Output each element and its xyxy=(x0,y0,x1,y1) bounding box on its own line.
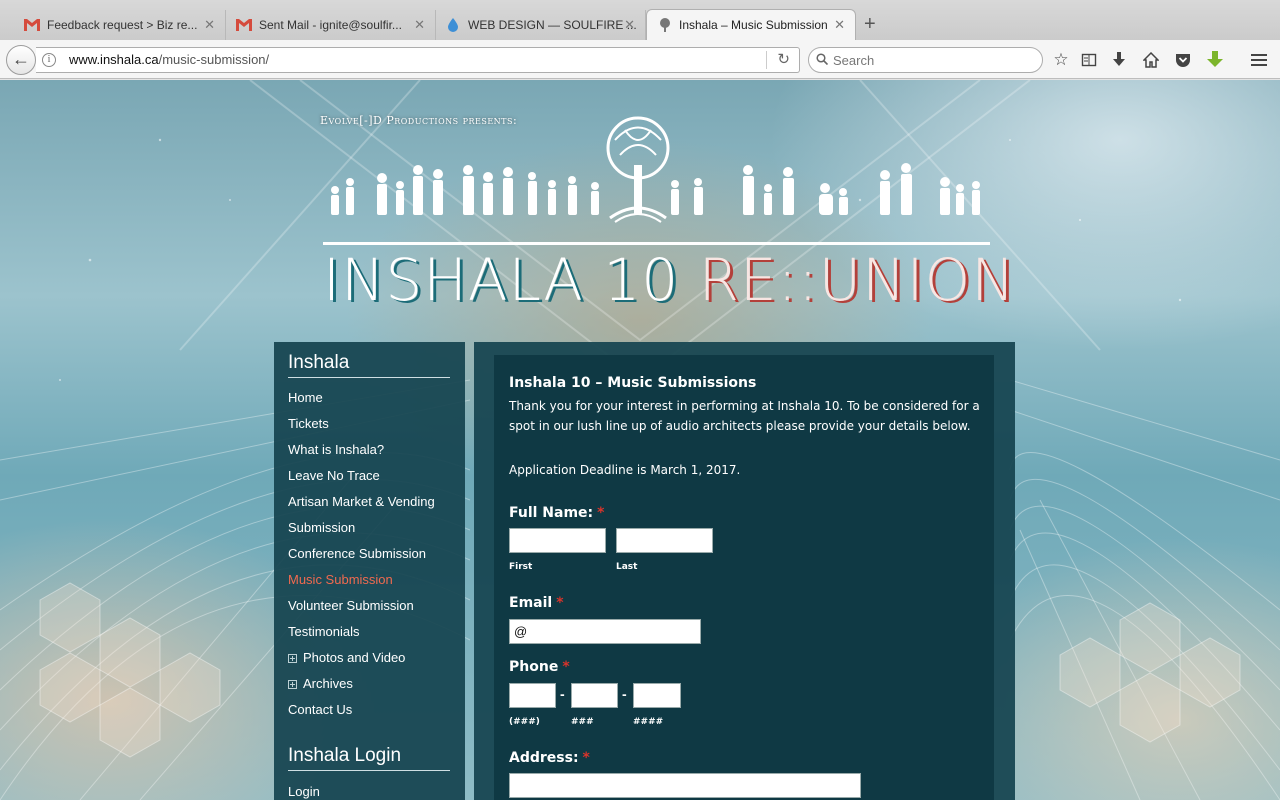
webpage: Evolve[-]D Productions presents: INSHALA… xyxy=(0,80,1280,800)
bookmark-star-icon[interactable]: ☆ xyxy=(1050,49,1072,71)
phone-line-sublabel: #### xyxy=(633,717,664,727)
intro-line-2: spot in our lush line up of audio archit… xyxy=(509,419,971,433)
download-arrow-green-icon[interactable] xyxy=(1204,49,1226,71)
full-name-label-text: Full Name: xyxy=(509,505,594,521)
sidebar-item-conference-submission[interactable]: Conference Submission xyxy=(288,546,426,561)
sidebar-item-contact-us[interactable]: Contact Us xyxy=(288,702,352,717)
sidebar-title: Inshala xyxy=(288,352,450,378)
close-icon[interactable]: ✕ xyxy=(624,10,635,40)
water-drop-icon xyxy=(448,18,458,32)
search-input[interactable] xyxy=(833,51,1033,69)
full-name-label: Full Name: * xyxy=(509,505,604,521)
sidebar: Inshala Home Tickets What is Inshala? Le… xyxy=(274,342,465,800)
url-path: /music-submission/ xyxy=(158,52,270,67)
sidebar-item-leave-no-trace[interactable]: Leave No Trace xyxy=(288,468,380,483)
browser-tab-feedback[interactable]: Feedback request > Biz re... ✕ xyxy=(0,10,226,40)
gmail-icon xyxy=(24,19,40,31)
sidebar-item-submission[interactable]: Submission xyxy=(288,520,355,535)
browser-tab-sent-mail[interactable]: Sent Mail - ignite@soulfir... ✕ xyxy=(226,10,436,40)
reading-list-icon[interactable] xyxy=(1078,49,1100,71)
phone-label: Phone * xyxy=(509,659,570,675)
browser-navbar: ← i www.inshala.ca/music-submission/ ↻ ☆ xyxy=(0,40,1280,79)
download-icon[interactable] xyxy=(1108,49,1130,71)
search-bar[interactable] xyxy=(808,47,1043,73)
event-title-main: INSHALA 10 xyxy=(323,246,699,314)
expand-icon[interactable] xyxy=(288,654,297,663)
login-link[interactable]: Login xyxy=(288,784,320,799)
phone-dash: - xyxy=(560,686,565,702)
music-submission-form: Inshala 10 – Music Submissions Thank you… xyxy=(494,355,994,800)
required-mark: * xyxy=(582,750,590,766)
sidebar-item-archives[interactable]: Archives xyxy=(303,676,353,691)
first-name-input[interactable] xyxy=(509,528,606,553)
last-name-sublabel: Last xyxy=(616,562,638,572)
sidebar-item-music-submission[interactable]: Music Submission xyxy=(288,572,393,587)
reload-icon[interactable]: ↻ xyxy=(777,50,790,68)
hamburger-menu-icon[interactable] xyxy=(1248,49,1270,71)
back-button[interactable]: ← xyxy=(6,45,36,75)
browser-tabstrip: Feedback request > Biz re... ✕ Sent Mail… xyxy=(0,0,1280,40)
phone-area-sublabel: (###) xyxy=(509,717,540,727)
tab-label: WEB DESIGN — SOULFIRE ... xyxy=(468,18,637,32)
page-title: Inshala 10 – Music Submissions xyxy=(509,375,757,391)
tree-of-life-logo xyxy=(331,116,980,223)
url-domain: www.inshala.ca xyxy=(69,52,159,67)
tree-icon xyxy=(660,18,670,32)
home-icon[interactable] xyxy=(1140,49,1162,71)
info-icon[interactable]: i xyxy=(42,53,56,67)
required-mark: * xyxy=(562,659,570,675)
close-icon[interactable]: ✕ xyxy=(204,10,215,40)
email-input[interactable] xyxy=(509,619,701,644)
login-section-title: Inshala Login xyxy=(288,745,450,771)
event-title-accent: RE::UNION xyxy=(698,246,1016,314)
tab-label: Feedback request > Biz re... xyxy=(47,18,198,32)
expand-icon[interactable] xyxy=(288,680,297,689)
address-input[interactable] xyxy=(509,773,861,798)
phone-line-input[interactable] xyxy=(633,683,681,708)
tab-label: Sent Mail - ignite@soulfir... xyxy=(259,18,402,32)
first-name-sublabel: First xyxy=(509,562,533,572)
pocket-icon[interactable] xyxy=(1172,49,1194,71)
phone-area-input[interactable] xyxy=(509,683,556,708)
intro-line-1: Thank you for your interest in performin… xyxy=(509,399,980,413)
event-title: INSHALA 10 RE::UNION xyxy=(323,246,1016,314)
new-tab-button[interactable]: + xyxy=(864,12,876,36)
close-icon[interactable]: ✕ xyxy=(414,10,425,40)
sidebar-item-tickets[interactable]: Tickets xyxy=(288,416,329,431)
close-icon[interactable]: ✕ xyxy=(834,10,845,40)
url-text: www.inshala.ca/music-submission/ xyxy=(69,52,269,67)
address-label-text: Address: xyxy=(509,750,579,766)
search-icon xyxy=(816,53,828,65)
browser-tab-web-design[interactable]: WEB DESIGN — SOULFIRE ... ✕ xyxy=(436,10,646,40)
phone-label-text: Phone xyxy=(509,659,559,675)
sidebar-item-artisan-market[interactable]: Artisan Market & Vending xyxy=(288,494,435,509)
sidebar-item-volunteer-submission[interactable]: Volunteer Submission xyxy=(288,598,414,613)
sidebar-item-photos-video[interactable]: Photos and Video xyxy=(303,650,405,665)
sidebar-item-testimonials[interactable]: Testimonials xyxy=(288,624,360,639)
address-label: Address: * xyxy=(509,750,590,766)
required-mark: * xyxy=(556,595,564,611)
email-label: Email * xyxy=(509,595,564,611)
required-mark: * xyxy=(597,505,605,521)
phone-prefix-sublabel: ### xyxy=(571,717,594,727)
back-arrow-icon: ← xyxy=(12,49,30,69)
gmail-icon xyxy=(236,19,252,31)
phone-prefix-input[interactable] xyxy=(571,683,618,708)
email-label-text: Email xyxy=(509,595,553,611)
sidebar-item-home[interactable]: Home xyxy=(288,390,323,405)
sidebar-item-what-is-inshala[interactable]: What is Inshala? xyxy=(288,442,384,457)
tab-label: Inshala – Music Submission xyxy=(679,18,828,32)
last-name-input[interactable] xyxy=(616,528,713,553)
url-bar[interactable]: i www.inshala.ca/music-submission/ ↻ xyxy=(36,47,800,73)
browser-tab-inshala[interactable]: Inshala – Music Submission ✕ xyxy=(646,9,856,40)
logo-underline xyxy=(323,242,990,245)
url-separator xyxy=(766,51,767,69)
deadline-text: Application Deadline is March 1, 2017. xyxy=(509,463,741,477)
phone-dash: - xyxy=(622,686,627,702)
